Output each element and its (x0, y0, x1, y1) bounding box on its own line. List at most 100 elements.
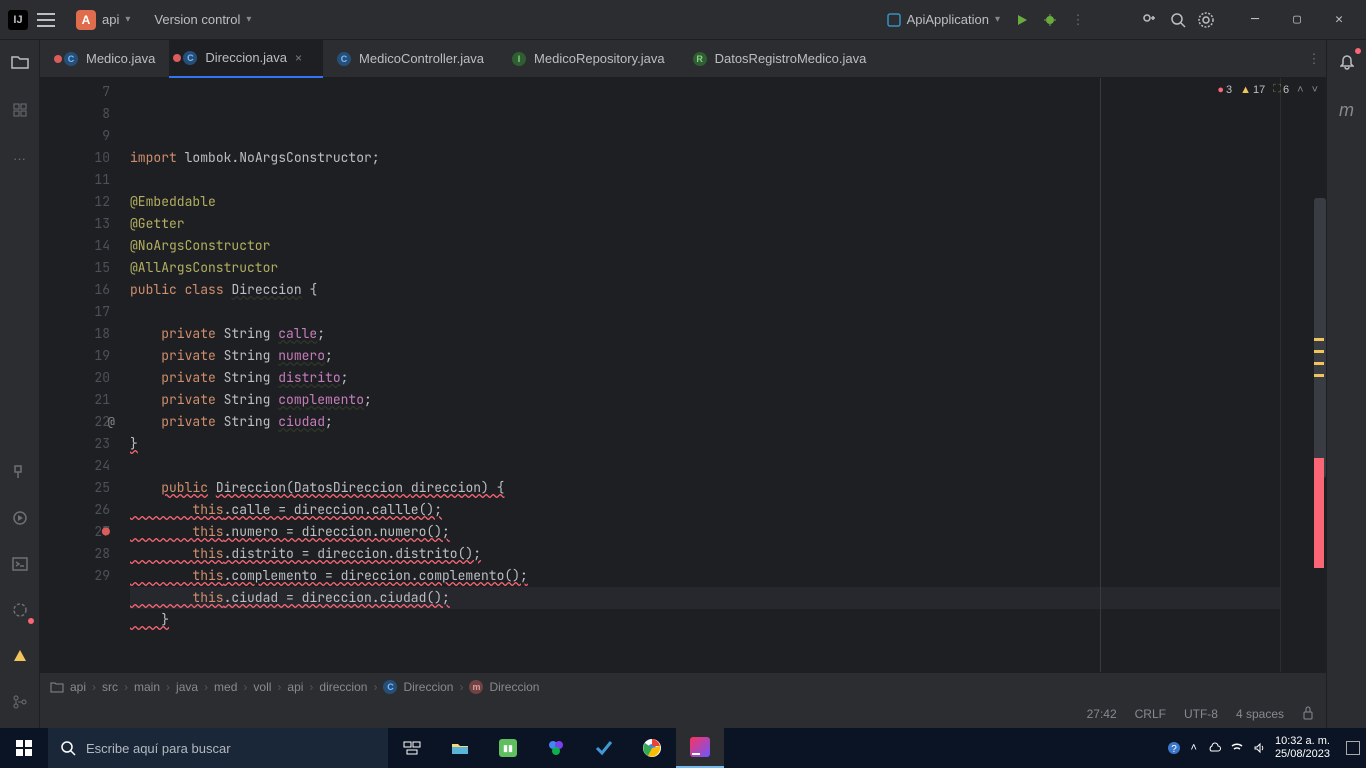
volume-tray-icon[interactable] (1253, 742, 1265, 754)
breadcrumb-item[interactable]: voll (253, 680, 271, 694)
run-config-selector[interactable]: ApiApplication ▾ (881, 12, 1006, 27)
action-center-button[interactable] (1346, 741, 1360, 755)
class-icon: C (337, 52, 351, 66)
app-taskbar-3[interactable] (580, 728, 628, 768)
tray-chevron-up-icon[interactable]: ˄ (1191, 742, 1197, 754)
help-tray-icon[interactable]: ? (1167, 741, 1181, 755)
warning-count[interactable]: ▲17 (1240, 84, 1265, 96)
class-icon: C (64, 52, 78, 66)
titlebar: IJ A api ▾ Version control ▾ ApiApplicat… (0, 0, 1366, 40)
notifications-button[interactable] (1335, 50, 1359, 74)
run-tool-button[interactable] (8, 506, 32, 530)
chevron-right-icon: › (277, 680, 281, 694)
search-everywhere-button[interactable] (1166, 8, 1190, 32)
tab-label: DatosRegistroMedico.java (715, 51, 867, 66)
chevron-right-icon: › (124, 680, 128, 694)
taskbar-search[interactable]: Escribe aquí para buscar (48, 728, 388, 768)
services-tool-button[interactable] (8, 598, 32, 622)
taskbar-search-placeholder: Escribe aquí para buscar (86, 741, 231, 756)
chevron-right-icon: › (166, 680, 170, 694)
tabs-more-button[interactable]: ⋮ (1302, 47, 1326, 71)
caret-position[interactable]: 27:42 (1087, 707, 1117, 721)
structure-tool-button[interactable] (8, 98, 32, 122)
file-encoding[interactable]: UTF-8 (1184, 707, 1218, 721)
folder-icon (50, 681, 64, 693)
breadcrumb-item[interactable]: main (134, 680, 160, 694)
system-tray[interactable]: ? ˄ 10:32 a. m. 25/08/2023 (1167, 735, 1366, 761)
terminal-tool-button[interactable] (8, 552, 32, 576)
chevron-down-icon: ▾ (246, 14, 251, 25)
close-tab-button[interactable]: × (295, 51, 309, 65)
build-tool-button[interactable] (8, 460, 32, 484)
editor[interactable]: 78910111213141516171819202122@2324252627… (40, 78, 1326, 672)
git-tool-button[interactable] (8, 690, 32, 714)
minimize-window-button[interactable]: ─ (1236, 4, 1274, 36)
chevron-up-icon[interactable]: ˄ (1297, 84, 1303, 96)
ide-logo: IJ (8, 10, 28, 30)
wifi-tray-icon[interactable] (1231, 742, 1243, 754)
app-taskbar-1[interactable]: ▮▮ (484, 728, 532, 768)
chevron-down-icon: ▾ (125, 14, 130, 25)
chevron-right-icon: › (92, 680, 96, 694)
maven-tool-button[interactable]: m (1335, 98, 1359, 122)
breadcrumb-item[interactable]: direccion (319, 680, 367, 694)
tab-label: MedicoController.java (359, 51, 484, 66)
start-button[interactable] (0, 728, 48, 768)
tab-label: Medico.java (86, 51, 155, 66)
right-tool-strip: m (1326, 40, 1366, 728)
breadcrumb-item[interactable]: src (102, 680, 118, 694)
run-config-name: ApiApplication (907, 12, 989, 27)
windows-taskbar: Escribe aquí para buscar ▮▮ ? ˄ 10:32 a.… (0, 728, 1366, 768)
class-icon: m (469, 680, 483, 694)
editor-tab[interactable]: I MedicoRepository.java (498, 40, 679, 78)
breadcrumb-item[interactable]: api (70, 680, 86, 694)
tab-label: MedicoRepository.java (534, 51, 665, 66)
more-actions-button[interactable]: ⋮ (1066, 8, 1090, 32)
file-explorer-taskbar[interactable] (436, 728, 484, 768)
project-tool-button[interactable] (8, 50, 32, 74)
editor-tab[interactable]: C Medico.java (50, 40, 169, 78)
hamburger-icon (37, 13, 55, 27)
class-icon: I (512, 52, 526, 66)
weak-warning-count[interactable]: ⛶6 (1273, 83, 1289, 96)
main-menu-button[interactable] (34, 8, 58, 32)
code-area[interactable]: import lombok.NoArgsConstructor; @Embedd… (120, 78, 1280, 672)
project-name[interactable]: api (102, 12, 119, 27)
editor-tab[interactable]: RDatosRegistroMedico.java (679, 40, 881, 78)
breadcrumb-item[interactable]: Direccion (403, 680, 453, 694)
app-taskbar-2[interactable] (532, 728, 580, 768)
close-window-button[interactable]: ✕ (1320, 4, 1358, 36)
breadcrumb-bar: api›src›main›java›med›voll›api›direccion… (40, 672, 1326, 700)
breadcrumb-item[interactable]: Direccion (489, 680, 539, 694)
breadcrumb-item[interactable]: med (214, 680, 237, 694)
code-with-me-button[interactable] (1138, 8, 1162, 32)
indent-settings[interactable]: 4 spaces (1236, 707, 1284, 721)
editor-tabs: C Medico.java C Direccion.java × C MedicoContr… (40, 40, 1326, 78)
cloud-tray-icon[interactable] (1207, 741, 1221, 755)
right-marker-gutter[interactable]: ●3 ▲17 ⛶6 ˄ ˅ (1280, 78, 1326, 672)
problems-tool-button[interactable] (8, 644, 32, 668)
readonly-toggle[interactable] (1302, 706, 1314, 723)
task-view-button[interactable] (388, 728, 436, 768)
settings-button[interactable] (1194, 8, 1218, 32)
run-button[interactable] (1010, 8, 1034, 32)
chrome-taskbar[interactable] (628, 728, 676, 768)
maximize-window-button[interactable]: ▢ (1278, 4, 1316, 36)
tab-label: Direccion.java (205, 50, 287, 65)
more-tools-button[interactable]: ··· (8, 146, 32, 170)
editor-tab[interactable]: C MedicoController.java (323, 40, 498, 78)
chevron-right-icon: › (373, 680, 377, 694)
intellij-taskbar[interactable] (676, 728, 724, 768)
line-separator[interactable]: CRLF (1135, 707, 1166, 721)
breadcrumb-item[interactable]: api (287, 680, 303, 694)
chevron-down-icon[interactable]: ˅ (1312, 84, 1318, 96)
svg-text:?: ? (1171, 744, 1177, 755)
editor-tab[interactable]: C Direccion.java × (169, 40, 323, 78)
taskbar-clock[interactable]: 10:32 a. m. 25/08/2023 (1275, 735, 1330, 761)
class-icon: C (183, 51, 197, 65)
version-control-menu[interactable]: Version control (154, 12, 240, 27)
breadcrumb-item[interactable]: java (176, 680, 198, 694)
debug-button[interactable] (1038, 8, 1062, 32)
status-bar: 27:42 CRLF UTF-8 4 spaces (40, 700, 1326, 728)
error-count[interactable]: ●3 (1217, 84, 1232, 96)
